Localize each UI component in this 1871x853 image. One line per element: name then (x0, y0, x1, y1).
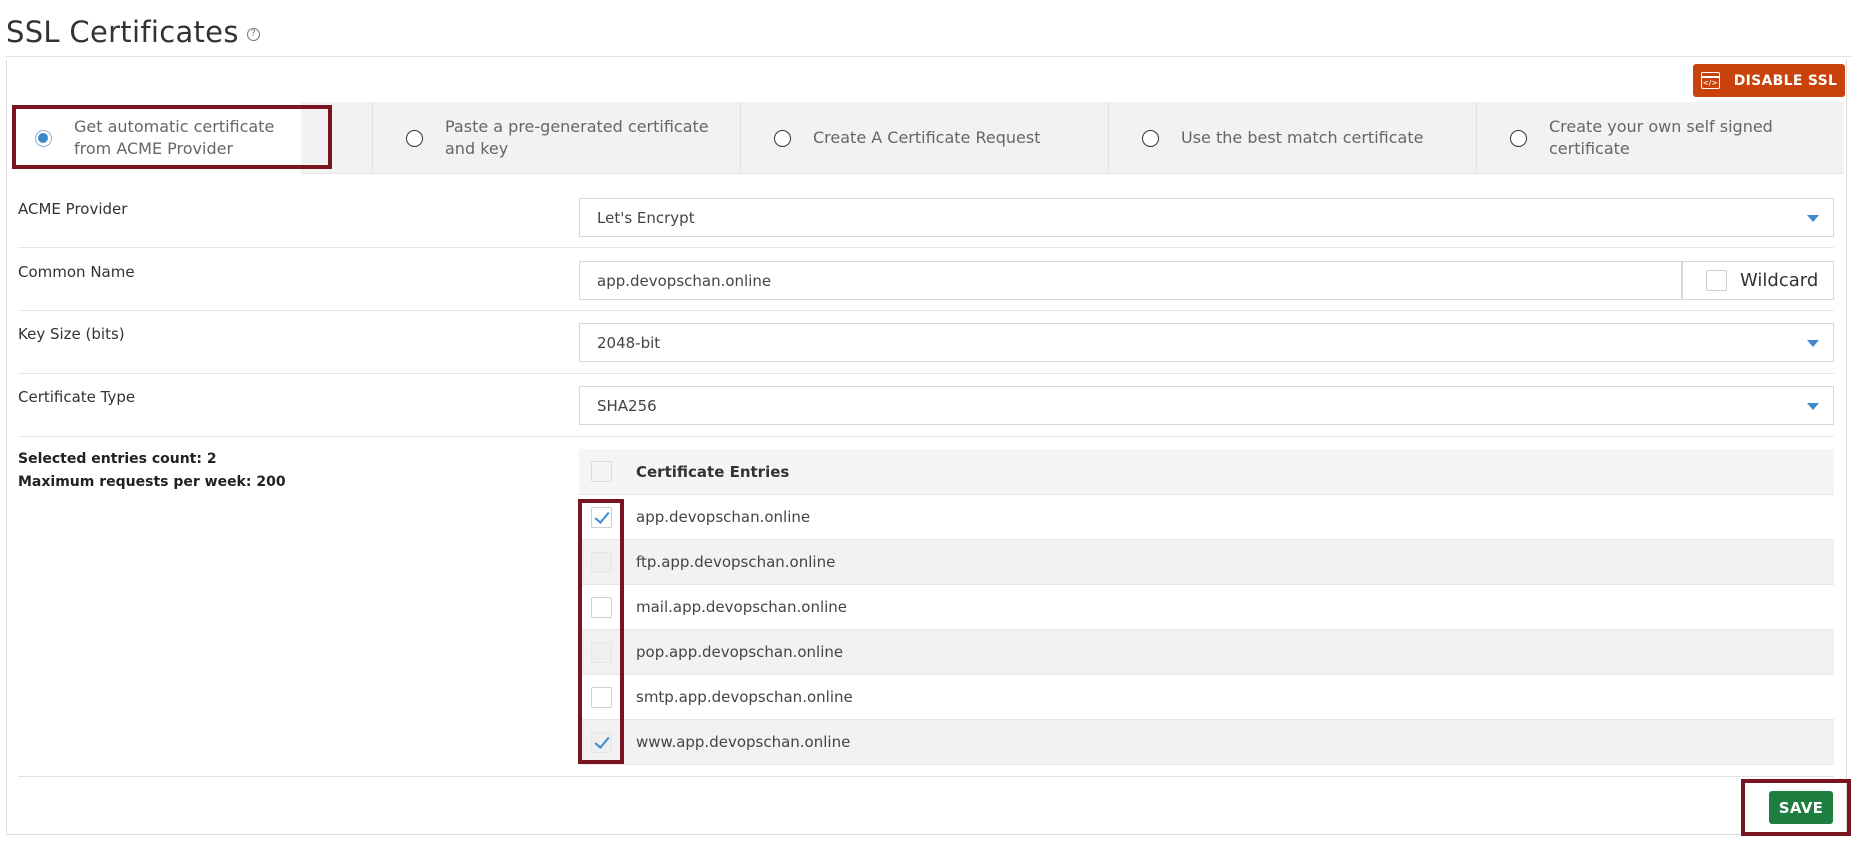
tab-paste-certificate-label: Paste a pre-generated certificate and ke… (445, 117, 709, 158)
entry-domain: app.devopschan.online (636, 508, 811, 526)
radio-best-match[interactable] (1142, 129, 1159, 147)
highlight-acme-tab (12, 105, 332, 169)
entry-domain: pop.app.devopschan.online (636, 643, 844, 661)
highlight-save-button (1741, 779, 1851, 836)
key-size-row: Key Size (bits) 2048-bit (18, 311, 1834, 374)
entry-domain: www.app.devopschan.online (636, 733, 851, 751)
footer-divider (18, 776, 1834, 777)
entry-domain: smtp.app.devopschan.online (636, 688, 853, 706)
certificate-entry-row: pop.app.devopschan.online (579, 630, 1834, 675)
select-all-checkbox[interactable] (591, 461, 612, 482)
caret-down-icon (1807, 340, 1819, 347)
certificate-entry-row: mail.app.devopschan.online (579, 585, 1834, 630)
acme-provider-label: ACME Provider (18, 200, 128, 218)
radio-paste-certificate[interactable] (406, 129, 423, 147)
caret-down-icon (1807, 215, 1819, 222)
key-size-select[interactable]: 2048-bit (579, 323, 1834, 362)
certificate-entries-header: Certificate Entries (579, 449, 1834, 495)
common-name-row: Common Name app.devopschan.online Wildca… (18, 248, 1834, 311)
acme-provider-row: ACME Provider Let's Encrypt (18, 186, 1834, 248)
entry-domain: mail.app.devopschan.online (636, 598, 848, 616)
certificate-entry-row: www.app.devopschan.online (579, 720, 1834, 765)
title-divider (6, 56, 1851, 57)
certificate-type-select[interactable]: SHA256 (579, 386, 1834, 425)
tab-certificate-request[interactable]: Create A Certificate Request (741, 102, 1108, 174)
wildcard-label: Wildcard (1740, 270, 1819, 291)
tab-best-match-label: Use the best match certificate (1181, 128, 1424, 147)
tab-certificate-request-label: Create A Certificate Request (813, 128, 1041, 147)
certificate-type-row: Certificate Type SHA256 (18, 374, 1834, 437)
disable-ssl-button[interactable]: </> DISABLE SSL (1693, 64, 1845, 97)
disable-ssl-label: DISABLE SSL (1733, 72, 1838, 89)
code-window-icon: </> (1700, 72, 1720, 89)
key-size-value: 2048-bit (597, 333, 661, 352)
page-title: SSL Certificates (6, 15, 239, 49)
certificate-entry-row: smtp.app.devopschan.online (579, 675, 1834, 720)
page-header: SSL Certificates ? (6, 12, 260, 52)
radio-self-signed[interactable] (1510, 129, 1527, 147)
certificate-type-label: Certificate Type (18, 388, 136, 406)
caret-down-icon (1807, 403, 1819, 410)
acme-provider-value: Let's Encrypt (597, 208, 695, 227)
certificate-entries-title: Certificate Entries (636, 462, 790, 481)
wildcard-toggle[interactable]: Wildcard (1682, 261, 1834, 300)
key-size-label: Key Size (bits) (18, 325, 125, 343)
tab-paste-certificate[interactable]: Paste a pre-generated certificate and ke… (373, 102, 740, 174)
max-requests-text: Maximum requests per week: 200 (18, 474, 286, 490)
common-name-value: app.devopschan.online (597, 271, 772, 290)
selected-count-text: Selected entries count: 2 (18, 451, 217, 467)
common-name-input[interactable]: app.devopschan.online (579, 261, 1682, 300)
highlight-entry-checkboxes (578, 499, 624, 764)
entry-domain: ftp.app.devopschan.online (636, 553, 836, 571)
certificate-type-value: SHA256 (597, 396, 657, 415)
radio-certificate-request[interactable] (774, 129, 791, 147)
certificate-entry-row: ftp.app.devopschan.online (579, 540, 1834, 585)
acme-provider-select[interactable]: Let's Encrypt (579, 198, 1834, 237)
help-icon[interactable]: ? (246, 27, 260, 41)
wildcard-checkbox[interactable] (1706, 270, 1727, 291)
common-name-label: Common Name (18, 263, 135, 281)
certificate-entry-row: app.devopschan.online (579, 495, 1834, 540)
tab-self-signed[interactable]: Create your own self signed certificate (1477, 102, 1844, 174)
tab-self-signed-label: Create your own self signed certificate (1549, 117, 1773, 158)
tab-best-match[interactable]: Use the best match certificate (1109, 102, 1476, 174)
